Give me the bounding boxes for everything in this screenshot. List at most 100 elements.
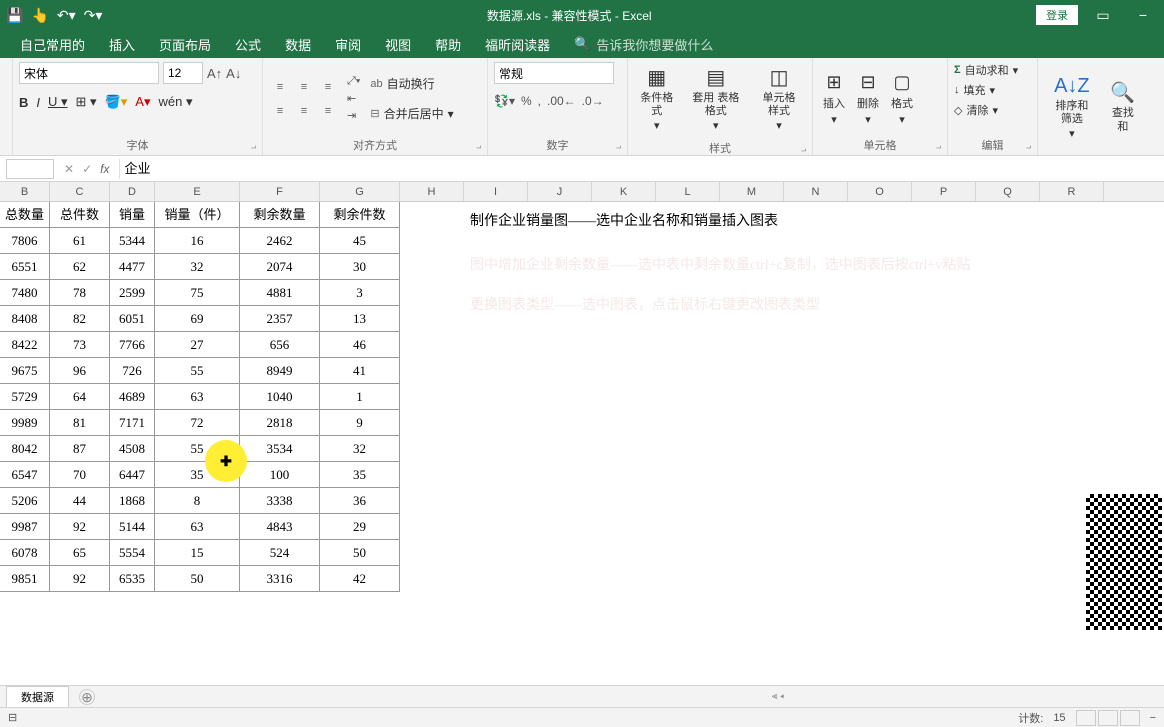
col-header-L[interactable]: L xyxy=(656,182,720,201)
header-cell[interactable]: 总数量 xyxy=(0,202,50,228)
view-normal-icon[interactable] xyxy=(1076,710,1096,726)
col-header-N[interactable]: N xyxy=(784,182,848,201)
data-cell[interactable]: 6447 xyxy=(110,462,155,488)
data-cell[interactable]: 2074 xyxy=(240,254,320,280)
data-cell[interactable]: 81 xyxy=(50,410,110,436)
tab-foxit[interactable]: 福昕阅读器 xyxy=(485,35,550,54)
redo-icon[interactable]: ↷▾ xyxy=(84,7,103,24)
cell-styles-button[interactable]: ◫单元格样式▾ xyxy=(752,62,806,138)
data-cell[interactable]: 63 xyxy=(155,514,240,540)
data-cell[interactable]: 32 xyxy=(320,436,400,462)
data-cell[interactable]: 32 xyxy=(155,254,240,280)
data-cell[interactable]: 3338 xyxy=(240,488,320,514)
data-cell[interactable]: 3316 xyxy=(240,566,320,592)
data-cell[interactable]: 8408 xyxy=(0,306,50,332)
tab-data[interactable]: 数据 xyxy=(285,35,311,54)
data-cell[interactable]: 9989 xyxy=(0,410,50,436)
col-header-M[interactable]: M xyxy=(720,182,784,201)
data-cell[interactable]: 4477 xyxy=(110,254,155,280)
wrap-text-button[interactable]: ab自动换行 xyxy=(370,71,453,97)
data-cell[interactable]: 92 xyxy=(50,566,110,592)
data-cell[interactable]: 5554 xyxy=(110,540,155,566)
touch-icon[interactable]: 👆 xyxy=(31,7,48,24)
border-button[interactable]: ⊞ ▾ xyxy=(76,94,97,110)
save-icon[interactable]: 💾 xyxy=(6,7,23,24)
font-name-input[interactable] xyxy=(19,62,159,84)
col-header-D[interactable]: D xyxy=(110,182,155,201)
data-cell[interactable]: 7480 xyxy=(0,280,50,306)
font-color-button[interactable]: A▾ xyxy=(135,94,150,110)
col-header-E[interactable]: E xyxy=(155,182,240,201)
merge-center-button[interactable]: ⊟合并后居中 ▾ xyxy=(370,101,453,127)
data-cell[interactable]: 6547 xyxy=(0,462,50,488)
delete-cells-button[interactable]: ⊟删除▾ xyxy=(853,68,883,130)
data-cell[interactable]: 726 xyxy=(110,358,155,384)
data-cell[interactable]: 4508 xyxy=(110,436,155,462)
fill-color-button[interactable]: 🪣▾ xyxy=(105,94,128,110)
percent-icon[interactable]: % xyxy=(521,94,532,108)
data-cell[interactable]: 656 xyxy=(240,332,320,358)
tab-layout[interactable]: 页面布局 xyxy=(159,35,211,54)
data-cell[interactable]: 5729 xyxy=(0,384,50,410)
name-box[interactable] xyxy=(6,159,54,179)
col-header-Q[interactable]: Q xyxy=(976,182,1040,201)
data-cell[interactable]: 8042 xyxy=(0,436,50,462)
align-left-icon[interactable]: ≡ xyxy=(269,100,291,122)
tab-formulas[interactable]: 公式 xyxy=(235,35,261,54)
data-cell[interactable]: 87 xyxy=(50,436,110,462)
underline-button[interactable]: U ▾ xyxy=(48,94,68,110)
sheet-tab[interactable]: 数据源 xyxy=(6,686,69,707)
ribbon-options-icon[interactable]: ▭ xyxy=(1088,7,1118,24)
data-cell[interactable]: 16 xyxy=(155,228,240,254)
data-cell[interactable]: 44 xyxy=(50,488,110,514)
data-cell[interactable]: 50 xyxy=(155,566,240,592)
bold-button[interactable]: B xyxy=(19,95,28,110)
data-cell[interactable]: 6551 xyxy=(0,254,50,280)
zoom-out-icon[interactable]: − xyxy=(1150,712,1156,724)
formula-input[interactable]: 企业 xyxy=(119,159,1164,179)
header-cell[interactable]: 总件数 xyxy=(50,202,110,228)
tab-view[interactable]: 视图 xyxy=(385,35,411,54)
insert-cells-button[interactable]: ⊞插入▾ xyxy=(819,68,849,130)
currency-icon[interactable]: 💱▾ xyxy=(494,94,515,108)
align-middle-icon[interactable]: ≡ xyxy=(293,76,315,98)
data-cell[interactable]: 46 xyxy=(320,332,400,358)
clear-button[interactable]: ◇清除 ▾ xyxy=(954,102,1031,118)
data-cell[interactable]: 100 xyxy=(240,462,320,488)
data-cell[interactable]: 8 xyxy=(155,488,240,514)
fill-button[interactable]: ↓填充 ▾ xyxy=(954,82,1031,98)
undo-icon[interactable]: ↶▾ xyxy=(57,7,76,24)
col-header-G[interactable]: G xyxy=(320,182,400,201)
header-cell[interactable]: 剩余件数 xyxy=(320,202,400,228)
data-cell[interactable]: 13 xyxy=(320,306,400,332)
autosum-button[interactable]: Σ自动求和 ▾ xyxy=(954,62,1031,78)
header-cell[interactable]: 销量 xyxy=(110,202,155,228)
data-cell[interactable]: 5344 xyxy=(110,228,155,254)
data-cell[interactable]: 63 xyxy=(155,384,240,410)
header-cell[interactable]: 销量（件） xyxy=(155,202,240,228)
data-cell[interactable]: 6078 xyxy=(0,540,50,566)
format-cells-button[interactable]: ▢格式▾ xyxy=(887,68,917,130)
data-cell[interactable]: 55 xyxy=(155,358,240,384)
data-cell[interactable]: 29 xyxy=(320,514,400,540)
data-cell[interactable]: 35 xyxy=(320,462,400,488)
data-cell[interactable]: 1 xyxy=(320,384,400,410)
data-cell[interactable]: 15 xyxy=(155,540,240,566)
data-cell[interactable]: 61 xyxy=(50,228,110,254)
data-cell[interactable]: 8949 xyxy=(240,358,320,384)
add-sheet-button[interactable]: ⊕ xyxy=(79,689,95,705)
data-cell[interactable]: 7171 xyxy=(110,410,155,436)
font-size-input[interactable] xyxy=(163,62,203,84)
header-cell[interactable]: 剩余数量 xyxy=(240,202,320,228)
data-cell[interactable]: 72 xyxy=(155,410,240,436)
data-cell[interactable]: 1040 xyxy=(240,384,320,410)
col-header-R[interactable]: R xyxy=(1040,182,1104,201)
data-cell[interactable]: 7806 xyxy=(0,228,50,254)
align-right-icon[interactable]: ≡ xyxy=(317,100,339,122)
data-cell[interactable]: 64 xyxy=(50,384,110,410)
indent-decrease-icon[interactable]: ⇤ xyxy=(347,92,360,105)
confirm-formula-icon[interactable]: ✓ xyxy=(82,162,92,176)
decrease-decimal-icon[interactable]: .0→ xyxy=(582,94,604,108)
conditional-format-button[interactable]: ▦条件格式▾ xyxy=(634,62,680,138)
data-cell[interactable]: 4881 xyxy=(240,280,320,306)
